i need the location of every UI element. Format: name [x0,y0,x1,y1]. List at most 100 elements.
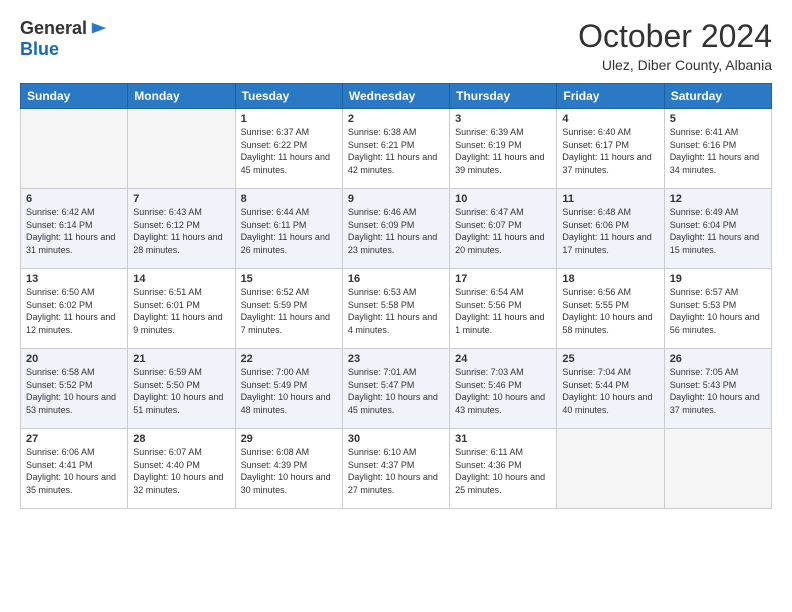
calendar-week-5: 27 Sunrise: 6:06 AMSunset: 4:41 PMDaylig… [21,429,772,509]
calendar-day-cell: 6 Sunrise: 6:42 AMSunset: 6:14 PMDayligh… [21,189,128,269]
day-number: 31 [455,433,551,445]
day-info: Sunrise: 6:51 AMSunset: 6:01 PMDaylight:… [133,286,229,336]
calendar-day-cell: 12 Sunrise: 6:49 AMSunset: 6:04 PMDaylig… [664,189,771,269]
calendar-day-cell: 14 Sunrise: 6:51 AMSunset: 6:01 PMDaylig… [128,269,235,349]
calendar-day-cell: 9 Sunrise: 6:46 AMSunset: 6:09 PMDayligh… [342,189,449,269]
day-number: 1 [241,113,337,125]
col-thursday: Thursday [450,84,557,109]
calendar-day-cell: 25 Sunrise: 7:04 AMSunset: 5:44 PMDaylig… [557,349,664,429]
day-info: Sunrise: 6:46 AMSunset: 6:09 PMDaylight:… [348,206,444,256]
calendar-day-cell: 29 Sunrise: 6:08 AMSunset: 4:39 PMDaylig… [235,429,342,509]
day-info: Sunrise: 6:43 AMSunset: 6:12 PMDaylight:… [133,206,229,256]
day-number: 3 [455,113,551,125]
day-info: Sunrise: 6:54 AMSunset: 5:56 PMDaylight:… [455,286,551,336]
calendar-day-cell: 8 Sunrise: 6:44 AMSunset: 6:11 PMDayligh… [235,189,342,269]
calendar-day-cell: 7 Sunrise: 6:43 AMSunset: 6:12 PMDayligh… [128,189,235,269]
day-number: 17 [455,273,551,285]
day-info: Sunrise: 6:50 AMSunset: 6:02 PMDaylight:… [26,286,122,336]
col-wednesday: Wednesday [342,84,449,109]
day-info: Sunrise: 6:06 AMSunset: 4:41 PMDaylight:… [26,446,122,496]
calendar-day-cell [664,429,771,509]
day-number: 7 [133,193,229,205]
col-sunday: Sunday [21,84,128,109]
day-number: 16 [348,273,444,285]
day-info: Sunrise: 6:37 AMSunset: 6:22 PMDaylight:… [241,126,337,176]
calendar-week-3: 13 Sunrise: 6:50 AMSunset: 6:02 PMDaylig… [21,269,772,349]
calendar-week-1: 1 Sunrise: 6:37 AMSunset: 6:22 PMDayligh… [21,109,772,189]
calendar-day-cell: 31 Sunrise: 6:11 AMSunset: 4:36 PMDaylig… [450,429,557,509]
day-number: 11 [562,193,658,205]
col-tuesday: Tuesday [235,84,342,109]
day-number: 22 [241,353,337,365]
calendar-day-cell: 21 Sunrise: 6:59 AMSunset: 5:50 PMDaylig… [128,349,235,429]
day-info: Sunrise: 6:08 AMSunset: 4:39 PMDaylight:… [241,446,337,496]
calendar-day-cell: 17 Sunrise: 6:54 AMSunset: 5:56 PMDaylig… [450,269,557,349]
day-info: Sunrise: 6:49 AMSunset: 6:04 PMDaylight:… [670,206,766,256]
day-number: 24 [455,353,551,365]
calendar-day-cell: 10 Sunrise: 6:47 AMSunset: 6:07 PMDaylig… [450,189,557,269]
calendar-day-cell: 28 Sunrise: 6:07 AMSunset: 4:40 PMDaylig… [128,429,235,509]
day-number: 21 [133,353,229,365]
day-info: Sunrise: 6:53 AMSunset: 5:58 PMDaylight:… [348,286,444,336]
day-info: Sunrise: 7:03 AMSunset: 5:46 PMDaylight:… [455,366,551,416]
calendar-day-cell: 15 Sunrise: 6:52 AMSunset: 5:59 PMDaylig… [235,269,342,349]
calendar-day-cell: 26 Sunrise: 7:05 AMSunset: 5:43 PMDaylig… [664,349,771,429]
col-monday: Monday [128,84,235,109]
day-info: Sunrise: 6:40 AMSunset: 6:17 PMDaylight:… [562,126,658,176]
day-number: 23 [348,353,444,365]
title-section: October 2024 Ulez, Diber County, Albania [578,18,772,73]
calendar-week-2: 6 Sunrise: 6:42 AMSunset: 6:14 PMDayligh… [21,189,772,269]
logo: General Blue [20,18,108,60]
day-number: 14 [133,273,229,285]
day-info: Sunrise: 6:56 AMSunset: 5:55 PMDaylight:… [562,286,658,336]
calendar-day-cell: 18 Sunrise: 6:56 AMSunset: 5:55 PMDaylig… [557,269,664,349]
day-info: Sunrise: 6:52 AMSunset: 5:59 PMDaylight:… [241,286,337,336]
calendar-day-cell: 19 Sunrise: 6:57 AMSunset: 5:53 PMDaylig… [664,269,771,349]
day-info: Sunrise: 6:58 AMSunset: 5:52 PMDaylight:… [26,366,122,416]
day-number: 26 [670,353,766,365]
day-number: 25 [562,353,658,365]
day-info: Sunrise: 6:39 AMSunset: 6:19 PMDaylight:… [455,126,551,176]
calendar-day-cell: 13 Sunrise: 6:50 AMSunset: 6:02 PMDaylig… [21,269,128,349]
day-number: 20 [26,353,122,365]
calendar-day-cell: 22 Sunrise: 7:00 AMSunset: 5:49 PMDaylig… [235,349,342,429]
day-number: 29 [241,433,337,445]
calendar-day-cell: 24 Sunrise: 7:03 AMSunset: 5:46 PMDaylig… [450,349,557,429]
day-number: 15 [241,273,337,285]
day-number: 8 [241,193,337,205]
logo-blue-text: Blue [20,39,59,60]
calendar-day-cell [21,109,128,189]
day-info: Sunrise: 6:42 AMSunset: 6:14 PMDaylight:… [26,206,122,256]
calendar-header-row: Sunday Monday Tuesday Wednesday Thursday… [21,84,772,109]
calendar-day-cell: 1 Sunrise: 6:37 AMSunset: 6:22 PMDayligh… [235,109,342,189]
day-number: 4 [562,113,658,125]
calendar-day-cell [557,429,664,509]
day-info: Sunrise: 6:57 AMSunset: 5:53 PMDaylight:… [670,286,766,336]
logo-general-text: General [20,18,87,39]
calendar-day-cell: 11 Sunrise: 6:48 AMSunset: 6:06 PMDaylig… [557,189,664,269]
day-info: Sunrise: 6:07 AMSunset: 4:40 PMDaylight:… [133,446,229,496]
day-info: Sunrise: 6:10 AMSunset: 4:37 PMDaylight:… [348,446,444,496]
calendar-day-cell: 20 Sunrise: 6:58 AMSunset: 5:52 PMDaylig… [21,349,128,429]
month-title: October 2024 [578,18,772,55]
col-friday: Friday [557,84,664,109]
subtitle: Ulez, Diber County, Albania [578,57,772,73]
day-info: Sunrise: 6:59 AMSunset: 5:50 PMDaylight:… [133,366,229,416]
day-number: 13 [26,273,122,285]
col-saturday: Saturday [664,84,771,109]
day-number: 18 [562,273,658,285]
day-info: Sunrise: 6:11 AMSunset: 4:36 PMDaylight:… [455,446,551,496]
day-number: 10 [455,193,551,205]
page: General Blue October 2024 Ulez, Diber Co… [0,0,792,612]
header: General Blue October 2024 Ulez, Diber Co… [20,18,772,73]
day-number: 28 [133,433,229,445]
day-number: 5 [670,113,766,125]
day-info: Sunrise: 7:01 AMSunset: 5:47 PMDaylight:… [348,366,444,416]
calendar-day-cell: 27 Sunrise: 6:06 AMSunset: 4:41 PMDaylig… [21,429,128,509]
logo-flag-icon [90,20,108,38]
day-info: Sunrise: 6:44 AMSunset: 6:11 PMDaylight:… [241,206,337,256]
day-info: Sunrise: 6:48 AMSunset: 6:06 PMDaylight:… [562,206,658,256]
calendar-day-cell: 4 Sunrise: 6:40 AMSunset: 6:17 PMDayligh… [557,109,664,189]
day-number: 30 [348,433,444,445]
day-info: Sunrise: 6:47 AMSunset: 6:07 PMDaylight:… [455,206,551,256]
